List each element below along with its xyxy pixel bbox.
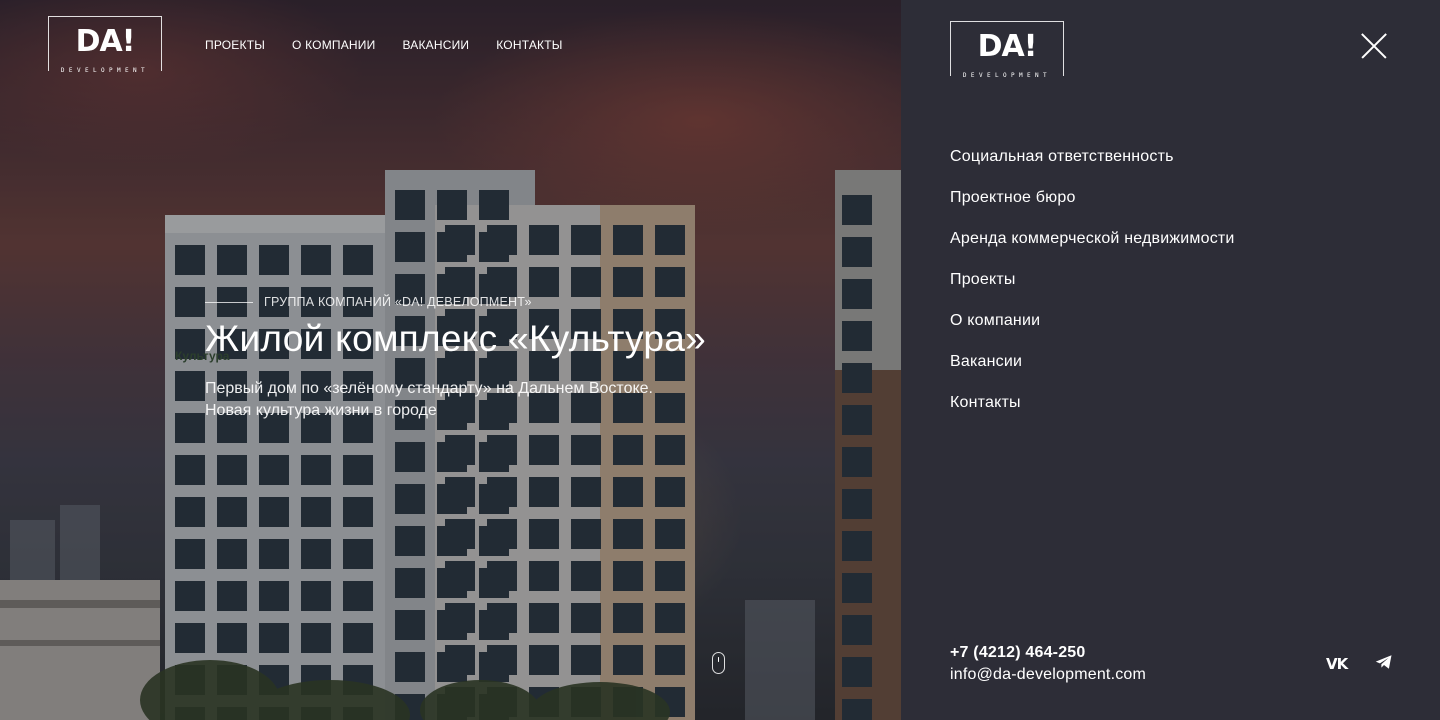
- hero-logo[interactable]: DA! DEVELOPMENT: [48, 16, 162, 74]
- nav-vacancies[interactable]: ВАКАНСИИ: [402, 38, 469, 52]
- telegram-icon-glyph: [1375, 655, 1392, 669]
- top-navigation: ПРОЕКТЫ О КОМПАНИИ ВАКАНСИИ КОНТАКТЫ: [205, 38, 563, 52]
- menu-item-contacts[interactable]: Контакты: [950, 393, 1250, 412]
- hero-description: Первый дом по «зелёному стандарту» на Да…: [205, 378, 765, 422]
- hero-title: Жилой комплекс «Культура»: [205, 318, 707, 359]
- logo-mark: DA!: [977, 29, 1038, 64]
- close-icon[interactable]: [1361, 33, 1387, 59]
- vk-icon[interactable]: VK: [1326, 654, 1348, 674]
- menu-item-commercial-rent[interactable]: Аренда коммерческой недвижимости: [950, 229, 1250, 248]
- hero-overlay: [0, 0, 901, 720]
- eyebrow-line: [205, 301, 253, 303]
- menu-item-projects[interactable]: Проекты: [950, 270, 1250, 289]
- scroll-mouse-icon[interactable]: [712, 652, 725, 674]
- eyebrow-text: ГРУППА КОМПАНИЙ «DA! ДЕВЕЛОПМЕНТ»: [264, 295, 532, 309]
- nav-projects[interactable]: ПРОЕКТЫ: [205, 38, 265, 52]
- hero-eyebrow: ГРУППА КОМПАНИЙ «DA! ДЕВЕЛОПМЕНТ»: [205, 295, 532, 309]
- hero-description-line-1: Первый дом по «зелёному стандарту» на Да…: [205, 380, 653, 397]
- email-link[interactable]: info@da-development.com: [950, 664, 1146, 686]
- vk-icon-glyph: VK: [1326, 655, 1348, 673]
- side-menu: Социальная ответственность Проектное бюр…: [950, 147, 1250, 434]
- panel-logo[interactable]: DA! DEVELOPMENT: [950, 21, 1064, 79]
- phone-link[interactable]: +7 (4212) 464-250: [950, 642, 1146, 664]
- menu-item-design-bureau[interactable]: Проектное бюро: [950, 188, 1250, 207]
- menu-item-vacancies[interactable]: Вакансии: [950, 352, 1250, 371]
- contacts-block: +7 (4212) 464-250 info@da-development.co…: [950, 642, 1146, 686]
- hero-description-line-2: Новая культура жизни в городе: [205, 402, 437, 419]
- menu-item-about[interactable]: О компании: [950, 311, 1250, 330]
- hero-background: Культура: [0, 0, 901, 720]
- menu-item-social-responsibility[interactable]: Социальная ответственность: [950, 147, 1250, 166]
- nav-about[interactable]: О КОМПАНИИ: [292, 38, 375, 52]
- logo-subtitle: DEVELOPMENT: [60, 67, 150, 74]
- logo-mark: DA!: [75, 24, 136, 59]
- nav-contacts[interactable]: КОНТАКТЫ: [496, 38, 562, 52]
- logo-subtitle: DEVELOPMENT: [962, 72, 1052, 79]
- telegram-icon[interactable]: [1375, 654, 1397, 674]
